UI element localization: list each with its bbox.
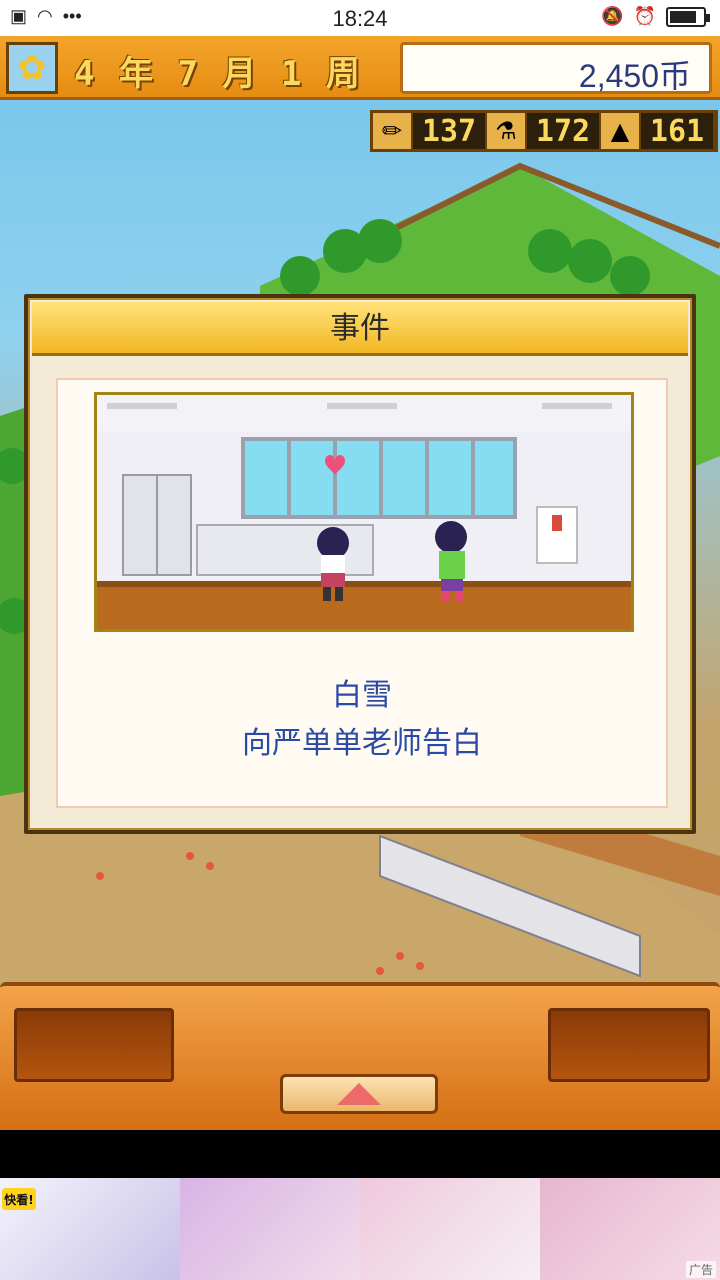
ad-banner[interactable]: 广告 — [0, 1178, 720, 1280]
alarm-icon: ⏰ — [633, 6, 656, 26]
classroom-illustration — [97, 395, 631, 629]
resource-flask: ⚗ 172 — [487, 113, 601, 149]
ad-logo: 快看! — [2, 1188, 36, 1210]
resource-cone-value: 161 — [641, 113, 715, 149]
status-bar: ▣ ◠ ••• 18:24 🔕 ⏰ — [0, 0, 720, 36]
date-month-unit: 月 — [222, 54, 259, 94]
event-dialog[interactable]: 事件 白雪 向严单单老师告白 — [24, 294, 696, 834]
date-year-unit: 年 — [118, 54, 155, 94]
mute-icon: 🔕 — [601, 6, 624, 26]
status-right-icons: 🔕 ⏰ — [601, 6, 710, 27]
game-viewport[interactable]: ✿ 4 年 7 月 1 周 2,450币 ✏ 137 ⚗ 172 ▲ 161 事… — [0, 36, 720, 1130]
resource-cone: ▲ 161 — [601, 113, 715, 149]
battery-icon — [666, 6, 710, 27]
date-week: 1 — [280, 54, 304, 94]
event-dialog-body: 白雪 向严单单老师告白 — [56, 378, 668, 808]
money-display: 2,450币 — [400, 42, 712, 94]
left-slot[interactable] — [14, 1008, 174, 1082]
resource-pencil-value: 137 — [413, 113, 487, 149]
pencil-icon: ✏ — [373, 113, 413, 149]
up-arrow-icon — [337, 1083, 381, 1105]
event-dialog-header: 事件 — [32, 302, 688, 356]
sunflower-icon[interactable]: ✿ — [6, 42, 58, 94]
cone-icon: ▲ — [601, 113, 641, 149]
expand-menu-button[interactable] — [280, 1074, 438, 1114]
date-year: 4 — [74, 54, 97, 94]
ad-label: 广告 — [685, 1261, 716, 1278]
calendar-date: 4 年 7 月 1 周 — [74, 46, 362, 95]
resource-bar: ✏ 137 ⚗ 172 ▲ 161 — [370, 110, 718, 152]
event-scene-image — [94, 392, 634, 632]
resource-pencil: ✏ 137 — [373, 113, 487, 149]
event-description: 向严单单老师告白 — [242, 726, 482, 761]
event-character-name: 白雪 — [332, 678, 392, 713]
ad-image-2[interactable] — [180, 1178, 360, 1280]
ad-image-3[interactable] — [360, 1178, 540, 1280]
resource-flask-value: 172 — [527, 113, 601, 149]
date-month: 7 — [177, 54, 200, 94]
right-slot[interactable] — [548, 1008, 710, 1082]
date-week-unit: 周 — [325, 54, 362, 94]
money-amount: 2,450币 — [578, 58, 691, 94]
bottom-panel — [0, 982, 720, 1130]
top-bar: ✿ 4 年 7 月 1 周 2,450币 — [0, 36, 720, 100]
event-dialog-title: 事件 — [330, 311, 390, 346]
flask-icon: ⚗ — [487, 113, 527, 149]
